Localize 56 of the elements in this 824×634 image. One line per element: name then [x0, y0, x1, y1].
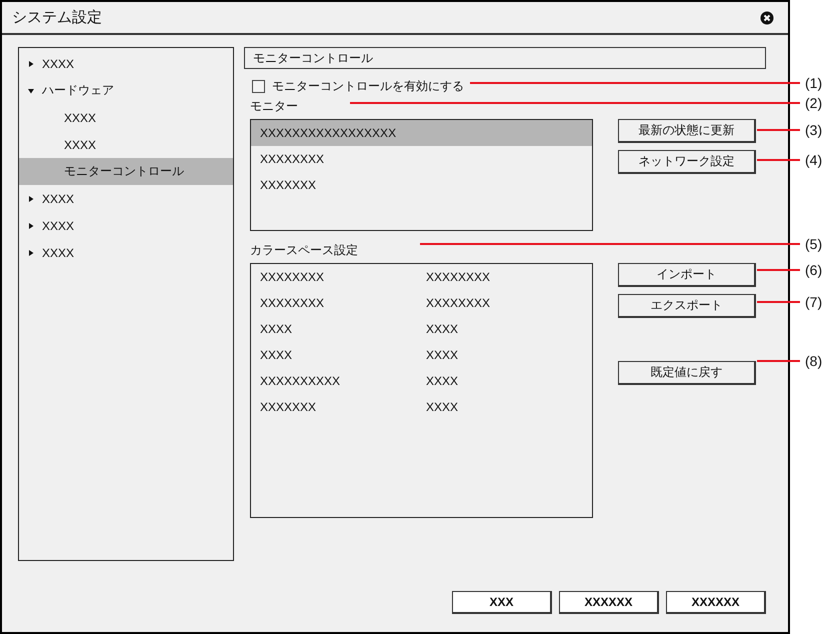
dialog-button[interactable]: XXX: [452, 591, 552, 614]
collapsed-caret-icon[interactable]: [28, 196, 34, 202]
callout-number: (1): [805, 75, 822, 91]
dialog-button[interactable]: XXXXXX: [666, 591, 766, 614]
checkbox[interactable]: [252, 80, 265, 92]
callout-number: (6): [805, 262, 822, 278]
tree-item[interactable]: XXXX: [19, 185, 233, 212]
list-cell-text: XXXX: [426, 400, 460, 414]
close-icon[interactable]: [760, 10, 774, 24]
window-title: システム設定: [12, 8, 102, 27]
callout-number: (8): [805, 353, 822, 369]
tree-item[interactable]: モニターコントロール: [19, 158, 233, 185]
tree-item[interactable]: ハードウェア: [19, 77, 233, 104]
list-item[interactable]: XXXXXXXX: [251, 146, 592, 172]
action-button[interactable]: ネットワーク設定: [618, 150, 756, 174]
group-label: モニター: [250, 98, 298, 113]
leader-line: [757, 301, 800, 303]
list-item[interactable]: XXXXXXX: [251, 172, 592, 198]
collapsed-caret-icon[interactable]: [28, 222, 34, 228]
list-cell-text: XXXXXXXX: [260, 270, 326, 284]
action-button[interactable]: インポート: [618, 263, 756, 287]
group-label: カラースペース設定: [250, 242, 358, 257]
leader-line: [757, 269, 800, 271]
tree-item[interactable]: XXXX: [19, 104, 233, 131]
tree-item[interactable]: XXXX: [19, 131, 233, 158]
callout-number: (5): [805, 236, 822, 252]
action-button[interactable]: 最新の状態に更新: [618, 119, 756, 143]
collapsed-caret-icon[interactable]: [28, 60, 34, 66]
collapsed-caret-icon[interactable]: [28, 250, 34, 256]
action-button[interactable]: 既定値に戻す: [618, 361, 756, 385]
list-cell-text: XXXXXXXX: [426, 270, 492, 284]
list-cell-text: XXXX: [426, 374, 460, 388]
list-cell-text: XXXXXXXX: [426, 296, 492, 310]
list-item[interactable]: XXXXXXXXXXXXXXXXX: [251, 120, 592, 146]
dialog-button[interactable]: XXXXXX: [559, 591, 659, 614]
list-cell-text: XXXX: [260, 348, 294, 362]
list-cell-text: XXXX: [426, 348, 460, 362]
callout-number: (7): [805, 294, 822, 310]
list-cell-text: XXXXXXXX: [260, 296, 326, 310]
action-button[interactable]: エクスポート: [618, 294, 756, 318]
leader-line: [757, 159, 800, 161]
list-cell-text: XXXX: [260, 322, 294, 336]
tree-item[interactable]: XXXX: [19, 212, 233, 239]
section-title: モニターコントロール: [244, 47, 766, 69]
leader-line: [757, 129, 800, 131]
leader-line: [757, 360, 800, 362]
list-cell-text: XXXXXXX: [260, 400, 318, 414]
list-cell-text: XXXX: [426, 322, 460, 336]
checkbox-label[interactable]: モニターコントロールを有効にする: [272, 78, 464, 94]
expanded-caret-icon[interactable]: [28, 88, 34, 94]
callout-number: (4): [805, 152, 822, 168]
tree-item[interactable]: XXXX: [19, 50, 233, 77]
tree-item[interactable]: XXXX: [19, 239, 233, 266]
callout-number: (3): [805, 122, 822, 138]
callout-number: (2): [805, 95, 822, 111]
list-cell-text: XXXXXXXXXX: [260, 374, 342, 388]
